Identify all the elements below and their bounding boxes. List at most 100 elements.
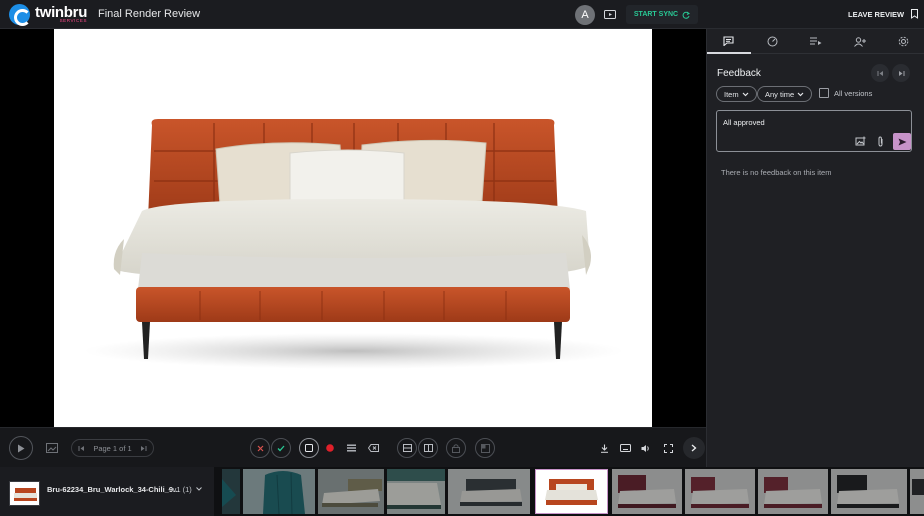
- playlist-icon: [809, 37, 822, 45]
- volume-button[interactable]: [639, 441, 653, 455]
- chevron-down-icon[interactable]: [196, 487, 202, 491]
- screen-icon: [604, 9, 616, 19]
- layout-horizontal-button[interactable]: [397, 438, 417, 458]
- twinbru-logo[interactable]: twinbru SERVICES: [9, 4, 87, 26]
- all-versions-label: All versions: [834, 89, 873, 98]
- overlay-button[interactable]: [475, 438, 495, 458]
- top-bar: twinbru SERVICES Final Render Review A S…: [0, 0, 924, 29]
- attach-image-icon[interactable]: [855, 136, 866, 147]
- lock-icon: [452, 443, 460, 453]
- reject-button[interactable]: [250, 438, 270, 458]
- layout-vertical-button[interactable]: [418, 438, 438, 458]
- render-canvas[interactable]: [54, 29, 652, 427]
- paperclip-icon[interactable]: [875, 136, 886, 147]
- image-viewer[interactable]: [0, 29, 706, 427]
- thumbnail-item[interactable]: [910, 469, 924, 514]
- page-last-icon[interactable]: [140, 445, 147, 452]
- chevron-right-icon: [691, 444, 697, 452]
- keyboard-icon: [619, 444, 631, 452]
- bed-thumbnail-image: [14, 488, 37, 501]
- download-button[interactable]: [597, 441, 611, 455]
- thumbnail-image: [387, 469, 445, 509]
- image-compare-icon: [46, 443, 58, 453]
- close-icon: [257, 445, 263, 451]
- thumbnail-item[interactable]: [612, 469, 682, 514]
- tab-settings[interactable]: [881, 29, 924, 54]
- time-filter-dropdown[interactable]: Any time: [757, 86, 813, 102]
- send-button[interactable]: [893, 133, 911, 150]
- overlay-icon: [480, 443, 490, 453]
- next-item-button[interactable]: [683, 437, 705, 459]
- comment-text: All approved: [723, 118, 765, 127]
- thumbnail-item[interactable]: [243, 469, 315, 514]
- bed-render-image: [84, 119, 624, 369]
- empty-feedback-message: There is no feedback on this item: [721, 168, 832, 177]
- keyboard-button[interactable]: [618, 441, 632, 455]
- thumbnail-item[interactable]: [685, 469, 755, 514]
- compare-button[interactable]: [44, 440, 60, 456]
- item-filter-label: Item: [724, 89, 739, 99]
- first-feedback-button[interactable]: [871, 64, 889, 82]
- thumbnail-item-selected[interactable]: [535, 469, 608, 514]
- asset-name: Bru-62234_Bru_Warlock_34-Chili_9...: [47, 485, 180, 494]
- current-asset[interactable]: Bru-62234_Bru_Warlock_34-Chili_9... - v1…: [0, 467, 214, 516]
- play-button[interactable]: [9, 436, 33, 460]
- gear-icon: [898, 36, 908, 47]
- thumbnail-item[interactable]: [831, 469, 907, 514]
- tab-status[interactable]: [751, 29, 795, 54]
- tab-playlist[interactable]: [794, 29, 838, 54]
- tab-participants[interactable]: [838, 29, 882, 54]
- thumbnail-image: [764, 477, 822, 508]
- stroke-width-button[interactable]: [344, 441, 358, 455]
- erase-button[interactable]: [365, 441, 381, 455]
- split-horizontal-icon: [402, 444, 412, 452]
- thumbnail-item[interactable]: [387, 469, 445, 514]
- rectangle-tool-button[interactable]: [299, 438, 319, 458]
- fullscreen-icon: [663, 443, 673, 453]
- thumbnail-item[interactable]: [222, 469, 240, 514]
- tab-comments[interactable]: [707, 29, 751, 54]
- skip-start-icon: [877, 70, 883, 76]
- approve-button[interactable]: [271, 438, 291, 458]
- red-dot-icon: [326, 444, 334, 452]
- thumbnail-image: [322, 479, 382, 507]
- rectangle-icon: [305, 444, 313, 452]
- page-first-icon[interactable]: [78, 445, 85, 452]
- comment-input[interactable]: All approved: [716, 110, 912, 152]
- fullscreen-button[interactable]: [661, 441, 675, 455]
- play-icon: [18, 444, 25, 452]
- all-versions-checkbox[interactable]: [819, 88, 829, 98]
- thumbnail-image: [263, 471, 305, 514]
- add-user-icon: [853, 36, 866, 47]
- filmstrip: Bru-62234_Bru_Warlock_34-Chili_9... - v1…: [0, 467, 924, 516]
- status-dial-icon: [767, 36, 778, 47]
- speaker-icon: [641, 444, 649, 452]
- backspace-icon: [367, 444, 379, 452]
- last-feedback-button[interactable]: [892, 64, 910, 82]
- thumbnail-item[interactable]: [318, 469, 384, 514]
- asset-version: - v1 (1): [168, 485, 192, 494]
- thumbnail-item[interactable]: [448, 469, 530, 514]
- screen-share-button[interactable]: [602, 7, 618, 22]
- time-filter-label: Any time: [765, 89, 795, 99]
- thumbnail-image: [837, 475, 899, 508]
- bookmark-icon: [911, 9, 919, 19]
- color-picker-button[interactable]: [323, 441, 337, 455]
- leave-review-button[interactable]: LEAVE REVIEW: [848, 9, 919, 19]
- lock-button[interactable]: [446, 438, 466, 458]
- check-icon: [277, 445, 285, 451]
- thumbnail-image: [691, 477, 749, 508]
- thumbnail-image: [222, 479, 236, 507]
- avatar[interactable]: A: [575, 5, 595, 25]
- thumbnail-image: [460, 479, 522, 506]
- viewer-controls: Page 1 of 1: [0, 427, 706, 467]
- thumbnail-item[interactable]: [758, 469, 828, 514]
- item-filter-dropdown[interactable]: Item: [716, 86, 757, 102]
- split-vertical-icon: [423, 444, 433, 452]
- panel-tabs: [707, 29, 924, 54]
- start-sync-button[interactable]: START SYNC: [626, 5, 698, 24]
- feedback-title: Feedback: [717, 68, 761, 79]
- asset-thumbnail: [9, 481, 40, 506]
- feedback-panel: Feedback Item Any time All versions All …: [706, 29, 924, 467]
- page-title: Final Render Review: [98, 8, 201, 20]
